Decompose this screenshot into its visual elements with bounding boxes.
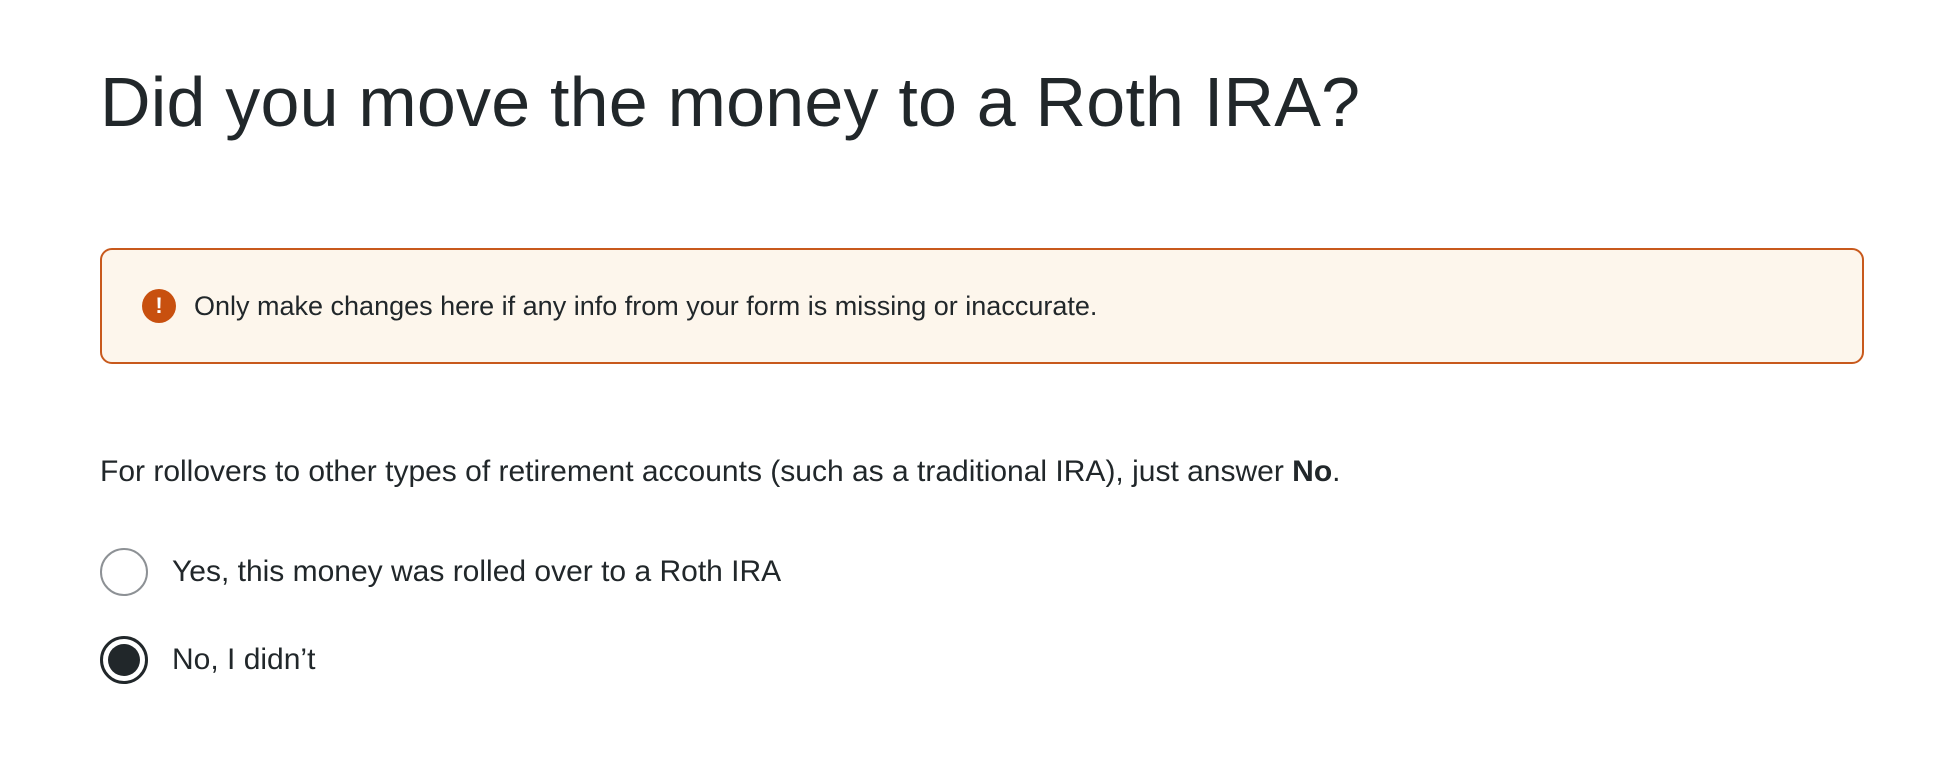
radio-button-yes[interactable] <box>100 548 148 596</box>
instruction-bold-answer: No <box>1292 455 1333 488</box>
alert-message: Only make changes here if any info from … <box>194 290 1098 321</box>
radio-label-yes[interactable]: Yes, this money was rolled over to a Rot… <box>172 555 781 589</box>
radio-option-no[interactable]: No, I didn’t <box>100 636 315 684</box>
radio-option-yes[interactable]: Yes, this money was rolled over to a Rot… <box>100 548 781 596</box>
page: Did you move the money to a Roth IRA? ! … <box>0 0 1954 762</box>
instruction-text: For rollovers to other types of retireme… <box>100 452 1341 492</box>
warning-alert: ! Only make changes here if any info fro… <box>100 248 1864 364</box>
instruction-text-end: . <box>1332 455 1341 488</box>
page-title: Did you move the money to a Roth IRA? <box>100 63 1361 141</box>
instruction-text-start: For rollovers to other types of retireme… <box>100 455 1293 488</box>
radio-button-no[interactable] <box>100 636 148 684</box>
radio-label-no[interactable]: No, I didn’t <box>172 643 315 677</box>
exclamation-icon: ! <box>142 289 176 323</box>
radio-selected-dot <box>108 644 140 676</box>
